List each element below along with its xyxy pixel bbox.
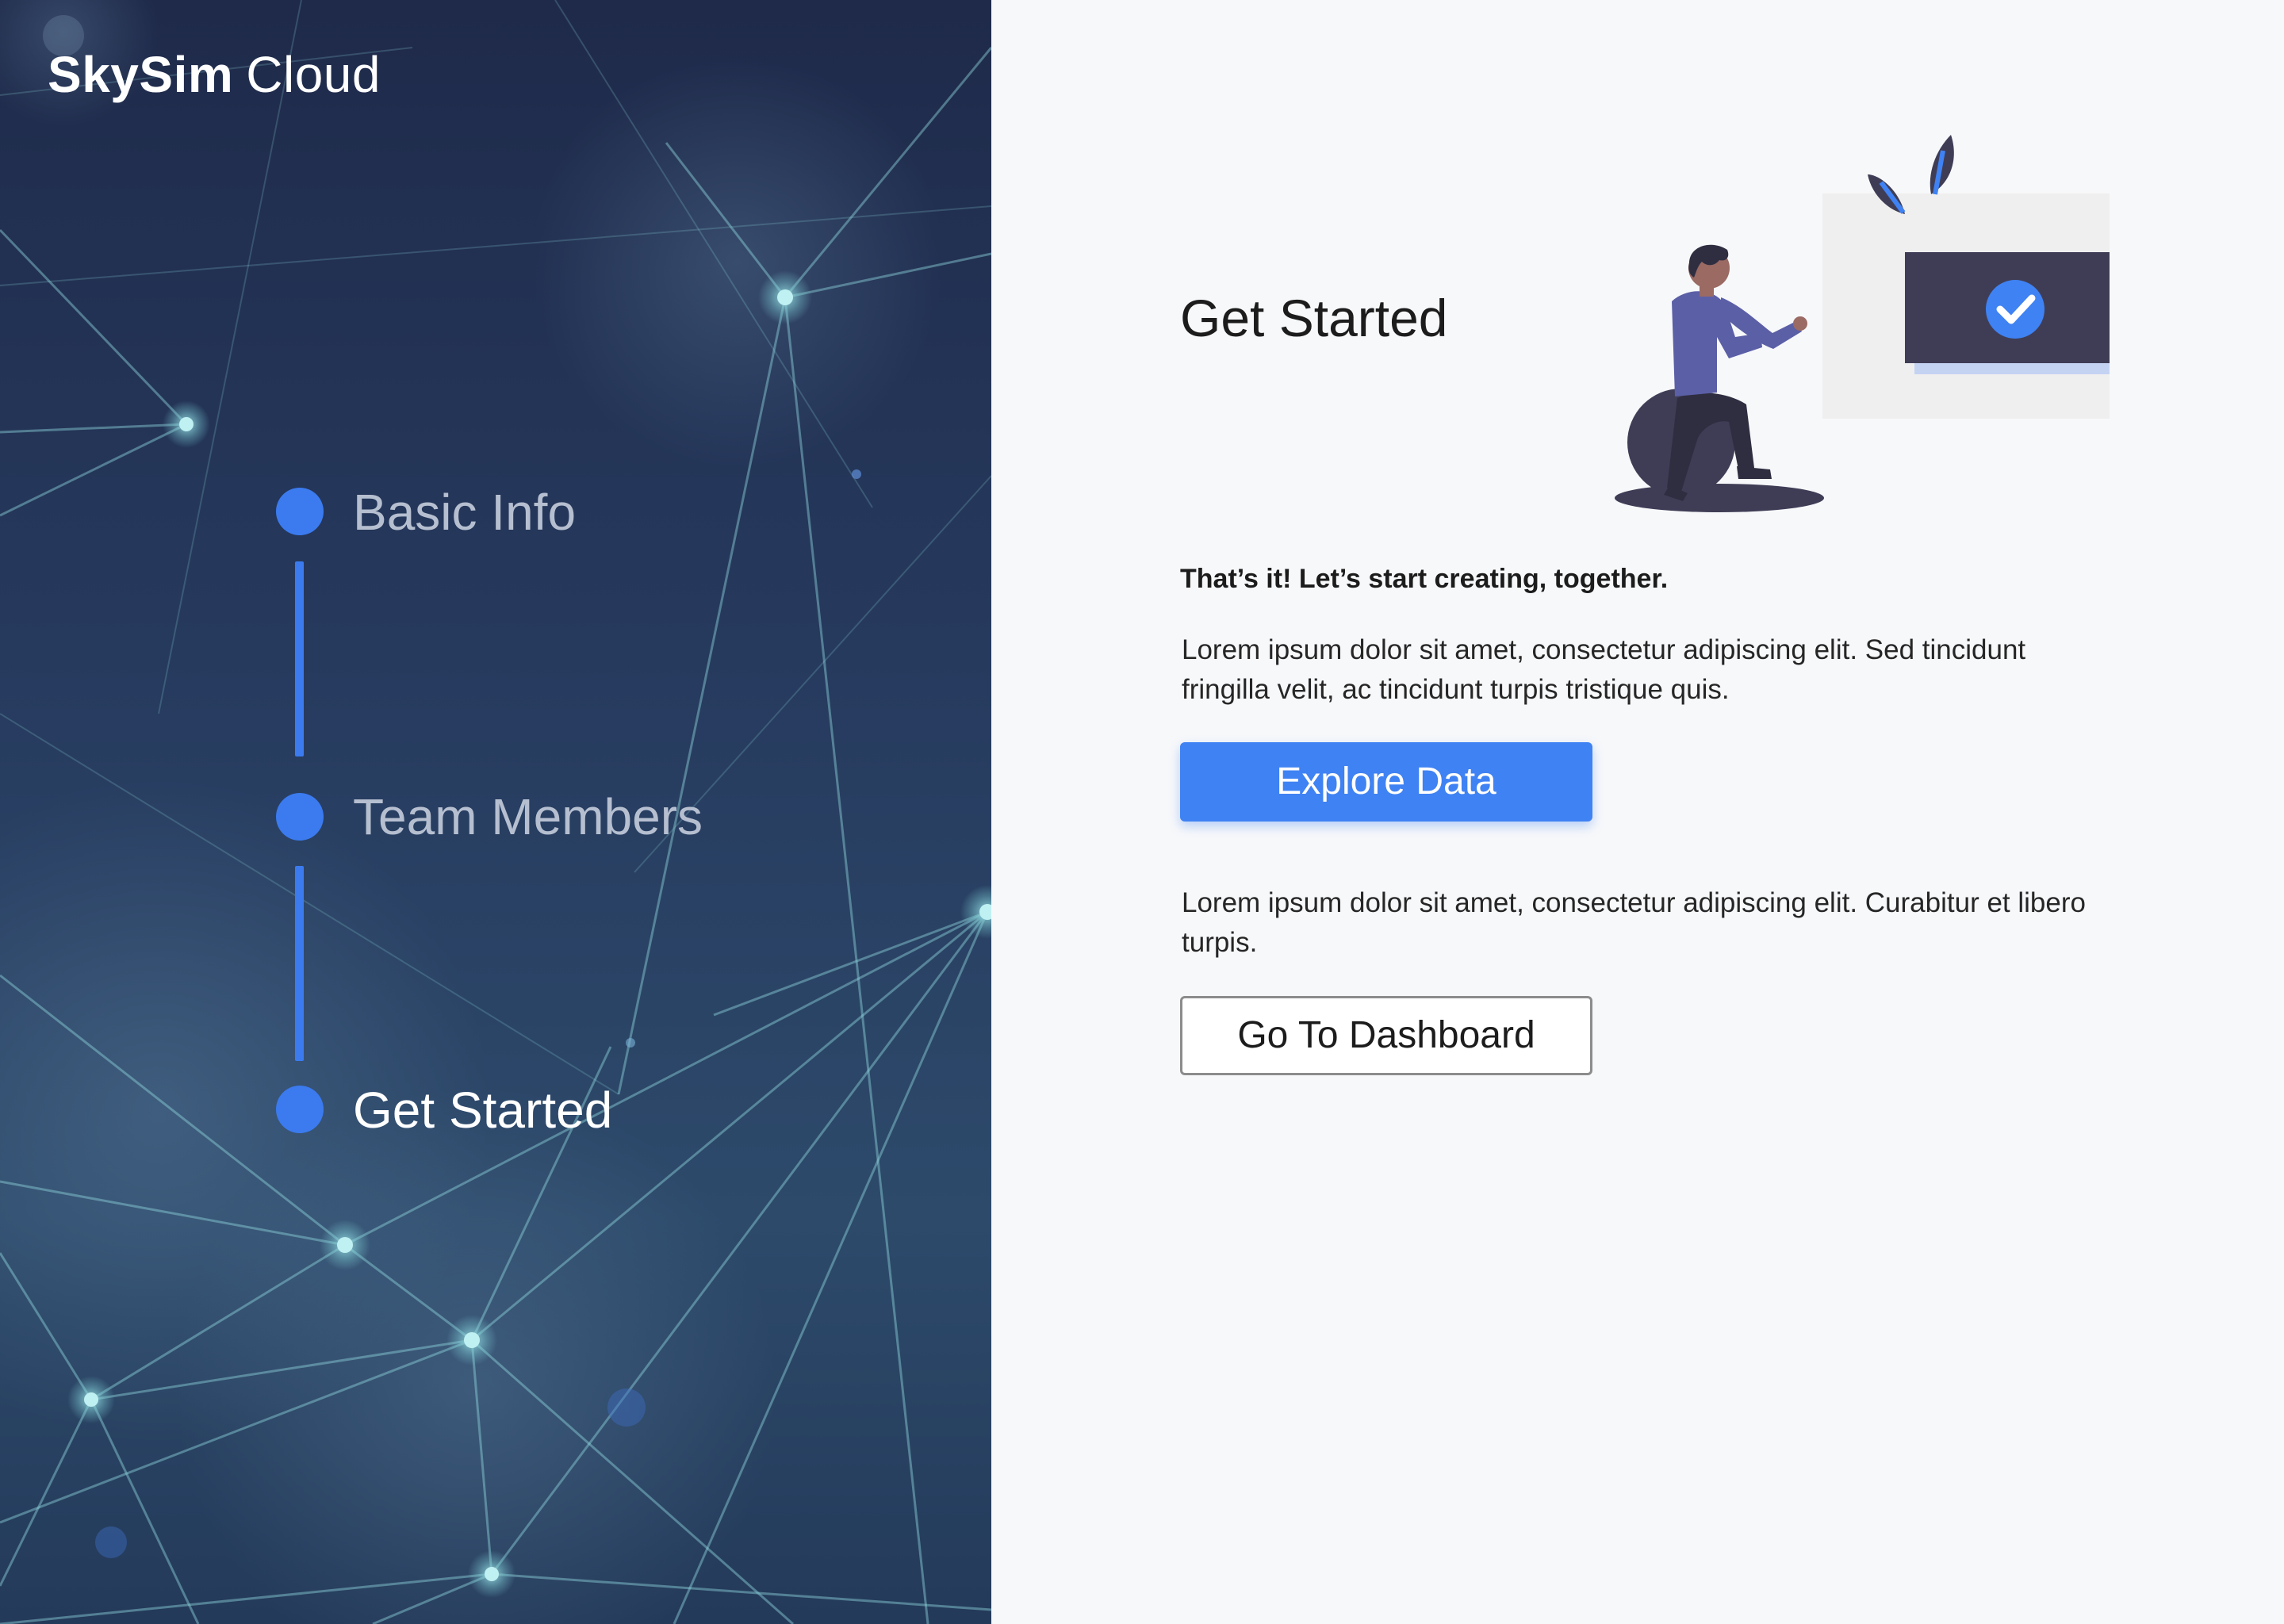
step-get-started-dot <box>276 1086 324 1133</box>
step-basic-info-dot <box>276 488 324 535</box>
person-at-screen-illustration <box>1615 135 2110 512</box>
description-paragraph-2: Lorem ipsum dolor sit amet, consectetur … <box>1182 887 2086 958</box>
page-title: Get Started <box>1180 289 1448 347</box>
main-content: Get Started That’s it! Let’s start creat… <box>991 0 2284 1624</box>
explore-data-button[interactable]: Explore Data <box>1180 742 1592 822</box>
step-get-started-label[interactable]: Get Started <box>353 1085 612 1136</box>
step-team-members-dot <box>276 793 324 841</box>
progress-stepper: Basic Info Team Members Get Started <box>0 0 991 1624</box>
description-paragraph-1: Lorem ipsum dolor sit amet, consectetur … <box>1182 634 2026 705</box>
check-icon <box>1986 280 2044 339</box>
step-team-members-label[interactable]: Team Members <box>353 791 703 842</box>
step-basic-info-label[interactable]: Basic Info <box>353 487 576 538</box>
left-panel: SkySim Cloud Basic Info Team Members Get … <box>0 0 991 1624</box>
step-connector-2 <box>295 866 304 1061</box>
lead-text: That’s it! Let’s start creating, togethe… <box>1180 564 1669 594</box>
step-connector-1 <box>295 561 304 756</box>
go-to-dashboard-button[interactable]: Go To Dashboard <box>1180 996 1592 1075</box>
